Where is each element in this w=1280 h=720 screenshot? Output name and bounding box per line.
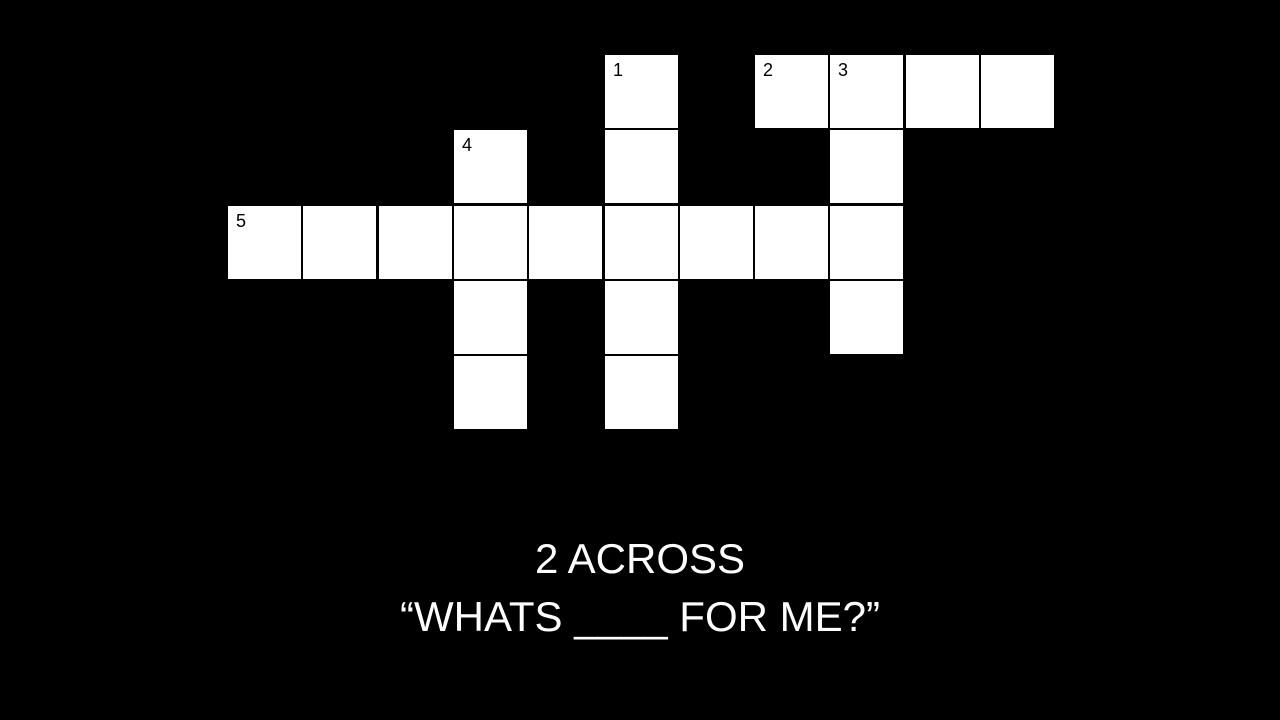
grid-cell[interactable] <box>679 205 754 280</box>
cell-number: 3 <box>838 60 849 80</box>
cell-number: 2 <box>763 60 774 80</box>
grid-cell[interactable]: 4 <box>453 129 528 204</box>
grid-cell[interactable] <box>604 355 679 430</box>
cell-number: 5 <box>236 211 247 231</box>
cell-number: 1 <box>613 60 624 80</box>
grid-cell[interactable] <box>829 205 904 280</box>
grid-cell[interactable] <box>604 129 679 204</box>
crossword-slide: 1 2 3 4 5 2 ACROSS “WHATS ____ FOR ME?” <box>0 0 1280 720</box>
grid-cell[interactable]: 3 <box>829 54 904 129</box>
grid-cell[interactable]: 2 <box>754 54 829 129</box>
grid-cell[interactable] <box>378 205 453 280</box>
cell-number: 4 <box>462 135 473 155</box>
grid-cell[interactable] <box>604 280 679 355</box>
grid-cell[interactable] <box>453 205 528 280</box>
grid-cell[interactable] <box>754 205 829 280</box>
grid-cell[interactable] <box>905 54 980 129</box>
grid-cell[interactable] <box>604 205 679 280</box>
clue-text: “WHATS ____ FOR ME?” <box>400 593 880 640</box>
clue-heading: 2 ACROSS <box>534 535 746 582</box>
grid-cell[interactable] <box>829 280 904 355</box>
grid-cell[interactable] <box>980 54 1055 129</box>
clue-panel: 2 ACROSS “WHATS ____ FOR ME?” <box>0 530 1280 646</box>
grid-cell[interactable] <box>528 205 603 280</box>
grid-cell[interactable]: 1 <box>604 54 679 129</box>
grid-cell[interactable] <box>302 205 377 280</box>
grid-cell[interactable] <box>453 280 528 355</box>
grid-cell[interactable] <box>829 129 904 204</box>
grid-cell[interactable]: 5 <box>227 205 302 280</box>
grid-cell[interactable] <box>453 355 528 430</box>
